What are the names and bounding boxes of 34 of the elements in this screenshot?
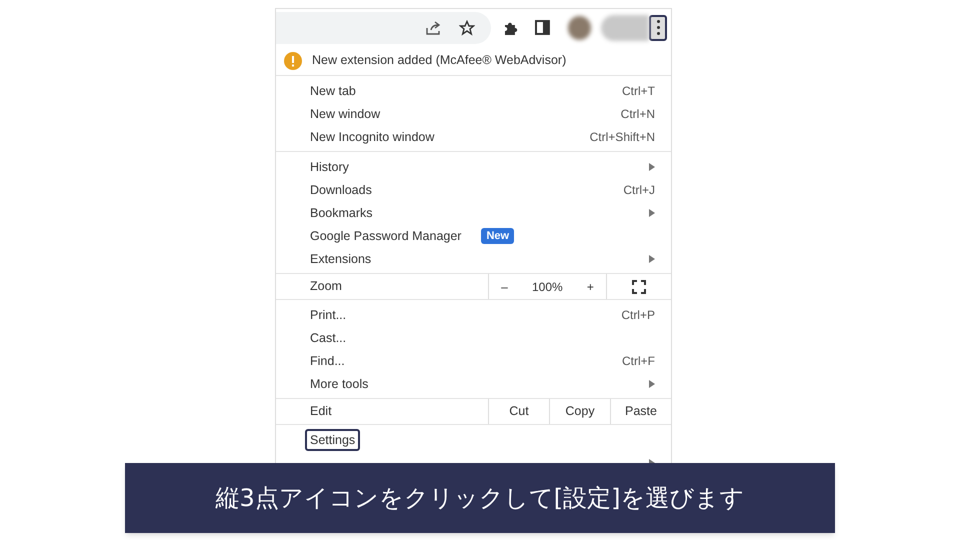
shortcut-text: Ctrl+P (621, 306, 655, 324)
caption-text: 縦3点アイコンをクリックして[設定]を選びます (216, 483, 744, 514)
zoom-out-button[interactable]: – (501, 278, 508, 296)
shortcut-text: Ctrl+J (623, 182, 655, 198)
new-badge: New (481, 228, 514, 244)
menu-button[interactable] (649, 14, 667, 41)
side-panel-icon[interactable] (534, 20, 550, 36)
edit-button[interactable]: Copy (549, 399, 610, 424)
shortcut-text: Ctrl+N (620, 106, 655, 122)
shortcut-text: Ctrl+Shift+N (590, 128, 655, 146)
zoom-level: 100% (532, 278, 563, 296)
shortcut-text: Ctrl+F (622, 352, 655, 370)
menu-item[interactable]: Extensions (310, 250, 372, 268)
menu-item[interactable]: Cast... (310, 328, 346, 346)
zoom-in-button[interactable]: + (586, 278, 594, 296)
menu-item[interactable]: Print... (310, 306, 346, 324)
menu-item[interactable]: Google Password Manager (310, 226, 462, 244)
menu-item[interactable]: More tools (310, 374, 368, 392)
warning-icon (284, 52, 302, 70)
menu-item[interactable]: Find... (310, 352, 345, 370)
notice-text: New extension added (McAfee® WebAdvisor) (312, 52, 566, 70)
menu-item[interactable]: New window (310, 104, 380, 122)
fullscreen-icon[interactable] (632, 280, 646, 294)
menu-item[interactable]: New Incognito window (310, 128, 434, 146)
menu-item[interactable]: Bookmarks (310, 204, 373, 222)
edit-button[interactable]: Paste (610, 399, 671, 424)
menu-item[interactable]: History (310, 158, 349, 176)
menu-item[interactable]: Downloads (310, 180, 372, 198)
star-icon[interactable] (458, 20, 475, 36)
edit-button[interactable]: Cut (488, 399, 549, 424)
shortcut-text: Ctrl+T (622, 82, 655, 100)
menu-item[interactable]: New tab (310, 82, 356, 100)
menu-item[interactable]: Settings (305, 428, 360, 450)
share-icon[interactable] (424, 20, 441, 36)
